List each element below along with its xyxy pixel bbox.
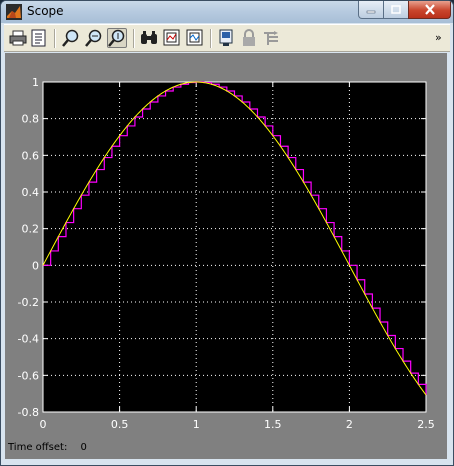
scope-window: Scope » 0 0.5 1 1.5 2 2.5 -0.8 -0.6 -0.4… — [0, 0, 454, 466]
title-bar[interactable]: Scope — [1, 1, 453, 23]
y-tick-label: 1 — [32, 76, 39, 89]
minimize-icon — [366, 10, 376, 13]
y-tick-label: -0.4 — [18, 333, 39, 346]
print-icon — [9, 30, 27, 46]
restore-axes-icon — [186, 29, 203, 46]
plot-background — [43, 82, 426, 412]
x-tick-label: 1.5 — [264, 418, 282, 431]
print-button[interactable] — [8, 28, 28, 48]
zoom-x-icon — [85, 29, 102, 47]
zoom-in-button[interactable] — [61, 28, 81, 48]
autoscale-icon — [141, 31, 157, 44]
y-tick-label: -0.8 — [18, 406, 39, 419]
y-tick-label: -0.6 — [18, 369, 39, 382]
y-tick-label: 0.2 — [22, 223, 40, 236]
save-axes-icon — [163, 29, 180, 46]
toolbar-separator — [133, 29, 135, 48]
maximize-button[interactable] — [383, 1, 409, 19]
window-title: Scope — [27, 4, 64, 18]
lock-button[interactable] — [239, 28, 259, 48]
scope-chart[interactable]: 0 0.5 1 1.5 2 2.5 -0.8 -0.6 -0.4 -0.2 0 0.2 0.4 0.6 0.… — [5, 53, 447, 459]
matlab-icon — [6, 4, 22, 20]
autoscale-button[interactable] — [139, 28, 159, 48]
x-tick-label: 2.5 — [417, 418, 435, 431]
signal-selection-icon — [264, 31, 278, 45]
x-tick-label: 0.5 — [111, 418, 129, 431]
time-offset: Time offset: 0 — [8, 442, 87, 453]
time-offset-value: 0 — [80, 442, 87, 453]
time-offset-label: Time offset: — [8, 442, 68, 453]
close-icon — [424, 4, 435, 15]
y-tick-label: 0.8 — [22, 113, 40, 126]
x-tick-label: 0 — [40, 418, 47, 431]
parameters-icon — [31, 29, 46, 47]
toolbar-overflow-icon[interactable]: » — [435, 31, 442, 44]
x-tick-label: 2 — [346, 418, 353, 431]
y-tick-label: 0 — [32, 259, 39, 272]
restore-axes-button[interactable] — [185, 28, 205, 48]
scope-plot-area: 0 0.5 1 1.5 2 2.5 -0.8 -0.6 -0.4 -0.2 0 0.2 0.4 0.6 0.… — [5, 53, 447, 459]
zoom-y-button[interactable] — [107, 28, 127, 48]
y-tick-label: 0.6 — [22, 149, 40, 162]
floating-scope-button[interactable] — [216, 28, 236, 48]
toolbar-separator — [210, 29, 212, 48]
zoom-x-button[interactable] — [84, 28, 104, 48]
toolbar-separator — [54, 29, 56, 48]
parameters-button[interactable] — [29, 28, 49, 48]
y-tick-label: 0.4 — [22, 186, 40, 199]
x-tick-label: 1 — [193, 418, 200, 431]
zoom-in-icon — [62, 29, 79, 47]
close-button[interactable] — [408, 1, 451, 19]
signal-selection-button[interactable] — [262, 28, 282, 48]
y-tick-label: -0.2 — [18, 296, 39, 309]
maximize-icon — [391, 4, 401, 14]
toolbar: » — [4, 24, 450, 52]
save-axes-button[interactable] — [162, 28, 182, 48]
zoom-y-icon — [108, 29, 125, 47]
lock-icon — [243, 29, 255, 46]
minimize-button[interactable] — [358, 1, 384, 19]
floating-scope-icon — [219, 29, 233, 46]
